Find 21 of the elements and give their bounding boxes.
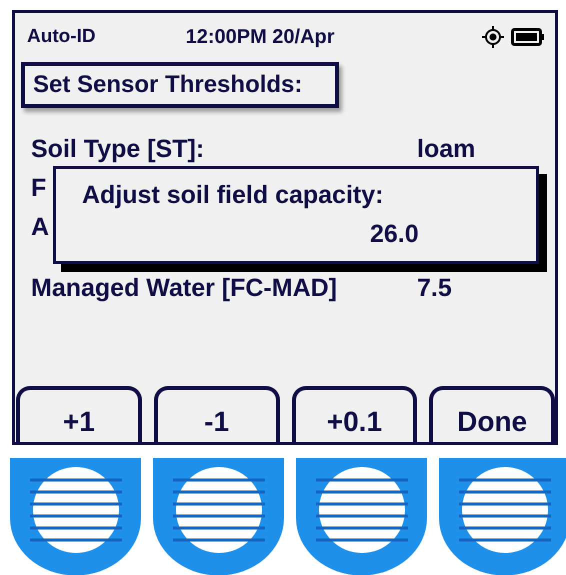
hardware-key[interactable] [153,458,284,575]
dialog-value: 26.0 [370,220,419,249]
setting-label: F [31,174,46,203]
setting-label: Soil Type [ST]: [31,135,204,164]
setting-label: A [31,213,50,242]
softkey-button[interactable]: +0.1 [292,386,418,442]
softkey-button[interactable]: +1 [16,386,142,442]
dialog-prompt: Adjust soil field capacity: [82,181,384,210]
hardware-key[interactable] [439,458,566,575]
app-name: Auto-ID [27,26,96,48]
battery-icon [511,28,545,46]
screen-title: Set Sensor Thresholds: [21,62,339,108]
location-target-icon [481,25,505,49]
softkey-button[interactable]: -1 [154,386,280,442]
setting-label: Managed Water [FC-MAD] [31,274,338,303]
setting-value: loam [417,135,476,164]
softkey-button[interactable]: Done [429,386,555,442]
setting-value: 7.5 [417,274,453,303]
date-time: 12:00PM 20/Apr [186,26,335,48]
hardware-key[interactable] [296,458,427,575]
hardware-key[interactable] [10,458,141,575]
